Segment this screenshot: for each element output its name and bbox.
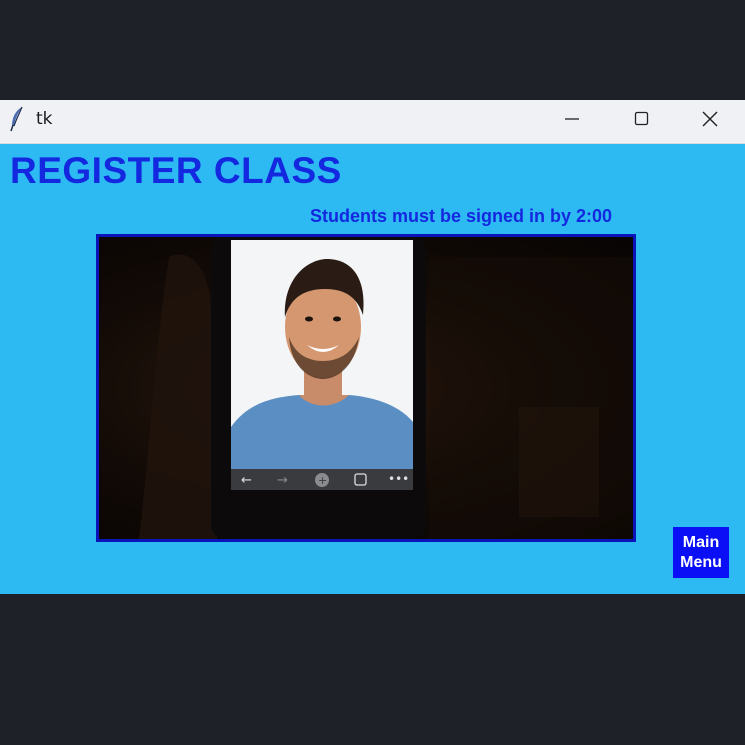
window-title: tk [36,109,53,129]
register-class-panel: REGISTER CLASS Students must be signed i… [0,144,745,594]
feather-icon [9,106,25,132]
minimize-icon [564,111,580,132]
camera-image: ← → + ••• [139,237,633,539]
tk-window: tk REGISTER CLASS Students must be signe… [0,100,745,594]
close-icon [701,110,719,133]
svg-text:+: + [318,474,327,487]
minimize-button[interactable] [537,100,607,143]
sign-in-deadline-notice: Students must be signed in by 2:00 [310,206,613,226]
maximize-button[interactable] [607,100,677,143]
page-title: REGISTER CLASS [10,150,342,191]
svg-text:←: ← [241,473,252,488]
camera-feed: ← → + ••• [96,234,636,542]
close-button[interactable] [675,100,745,143]
svg-text:→: → [277,473,288,488]
main-menu-button[interactable]: Main Menu [673,527,729,578]
maximize-icon [634,111,650,132]
svg-text:•••: ••• [388,472,409,486]
title-bar[interactable]: tk [0,100,745,144]
